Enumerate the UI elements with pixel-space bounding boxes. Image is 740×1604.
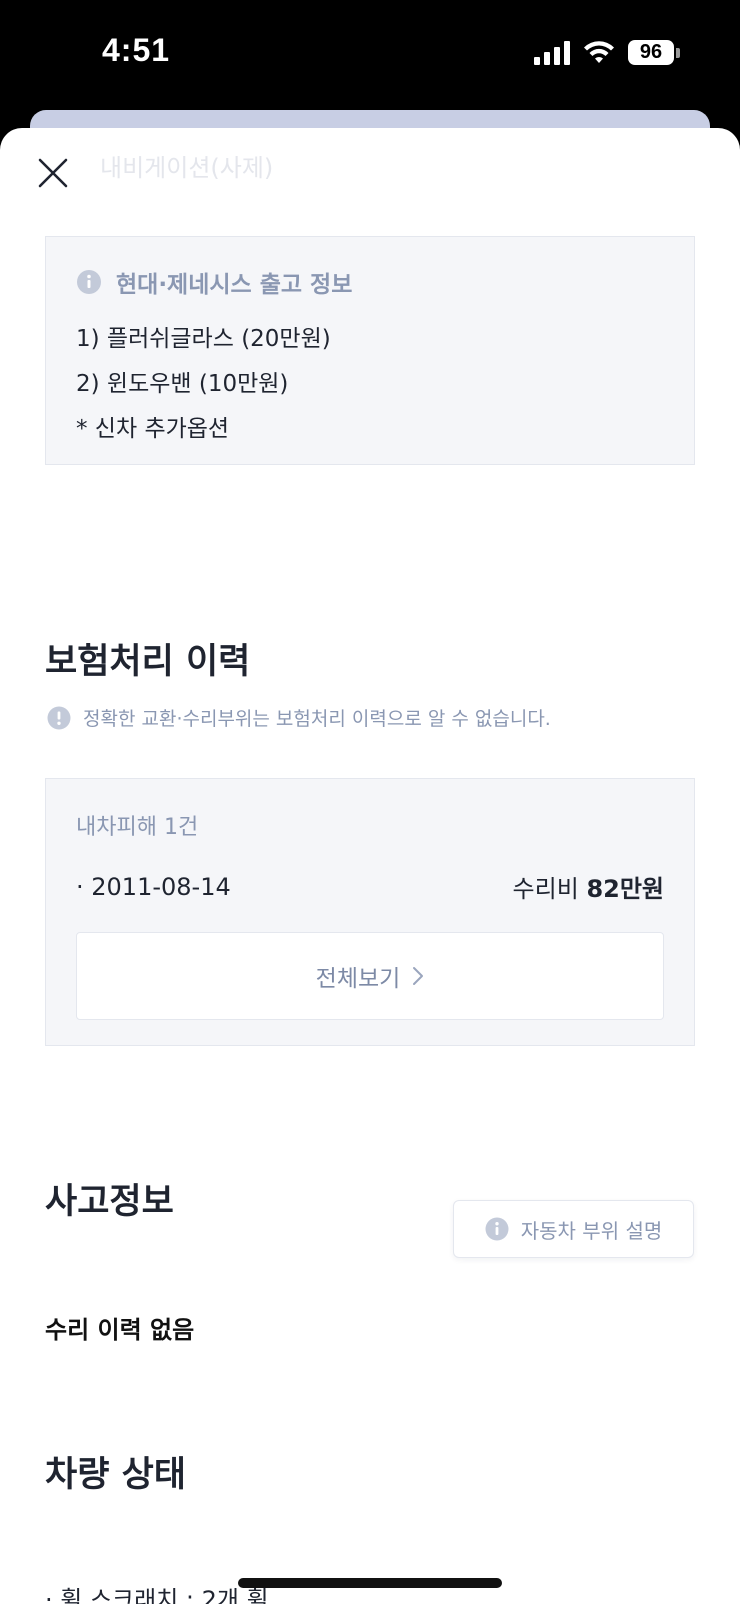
info-icon: [485, 1217, 509, 1241]
claim-cost: 수리비 82만원: [513, 869, 664, 904]
claim-row: · 2011-08-14 수리비 82만원: [76, 869, 664, 904]
insurance-notice-text: 정확한 교환·수리부위는 보험처리 이력으로 알 수 없습니다.: [83, 708, 551, 730]
claim-cost-value: 82만원: [586, 875, 664, 903]
ghost-title: 내비게이션(사제): [100, 154, 274, 182]
cellular-signal-icon: [534, 40, 570, 65]
car-part-guide-button[interactable]: 자동차 부위 설명: [453, 1200, 694, 1258]
vehicle-condition-title: 차량 상태: [45, 1455, 186, 1495]
condition-item: · 휠 스크래치 : 2개 휠: [45, 1586, 269, 1604]
release-info-title: 현대·제네시스 출고 정보: [116, 272, 353, 298]
release-info-line: * 신차 추가옵션: [76, 416, 230, 442]
insurance-claim-box: 내차피해 1건 · 2011-08-14 수리비 82만원 전체보기: [45, 778, 695, 1046]
detail-sheet: 내비게이션(사제) 현대·제네시스 출고 정보 1) 플러쉬글라스 (20만원)…: [0, 128, 740, 1604]
insurance-notice: 정확한 교환·수리부위는 보험처리 이력으로 알 수 없습니다.: [47, 704, 551, 731]
view-all-label: 전체보기: [315, 966, 401, 992]
accident-info-title: 사고정보: [45, 1182, 174, 1222]
no-repair-text: 수리 이력 없음: [45, 1316, 195, 1344]
car-part-guide-label: 자동차 부위 설명: [520, 1218, 663, 1243]
release-info-line: 1) 플러쉬글라스 (20만원): [76, 326, 331, 352]
close-icon: [38, 158, 68, 188]
claim-count: 내차피해 1건: [76, 815, 199, 840]
wifi-icon: [584, 40, 614, 63]
status-bar: 4:51 96: [0, 0, 740, 110]
claim-cost-label: 수리비: [512, 875, 579, 903]
status-icons: 96: [534, 40, 680, 65]
claim-date: · 2011-08-14: [76, 872, 231, 901]
alert-icon: [47, 706, 71, 729]
release-info-box: 현대·제네시스 출고 정보 1) 플러쉬글라스 (20만원) 2) 윈도우밴 (…: [45, 236, 695, 465]
release-info-header: 현대·제네시스 출고 정보: [76, 265, 664, 299]
info-icon: [77, 270, 101, 294]
insurance-history-title: 보험처리 이력: [45, 642, 251, 682]
chevron-right-icon: [413, 967, 424, 985]
battery-icon: 96: [628, 40, 680, 65]
status-time: 4:51: [102, 32, 171, 68]
release-info-line: 2) 윈도우밴 (10만원): [76, 371, 289, 397]
view-all-button[interactable]: 전체보기: [76, 932, 664, 1020]
close-button[interactable]: [34, 154, 72, 192]
battery-level: 96: [628, 40, 674, 65]
home-indicator[interactable]: [238, 1578, 502, 1588]
